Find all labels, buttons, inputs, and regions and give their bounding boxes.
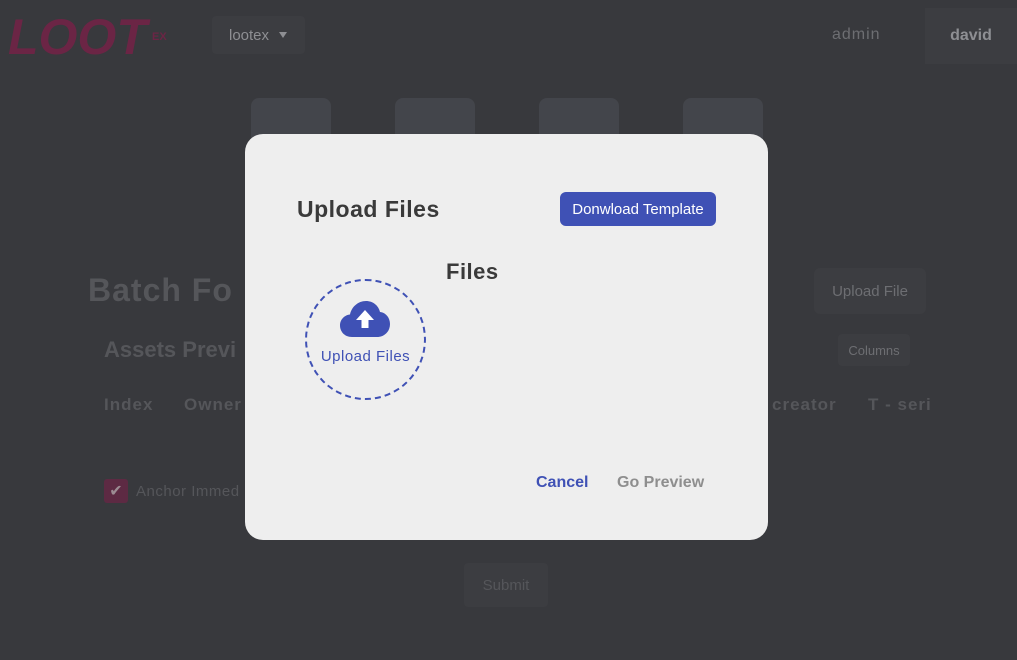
drop-zone-label: Upload Files [320, 348, 411, 365]
go-preview-button[interactable]: Go Preview [617, 474, 704, 492]
anchor-checkbox-label: Anchor Immed [136, 483, 240, 500]
checkmark-icon: ✔ [109, 483, 123, 500]
table-header-creator: creator [772, 395, 837, 414]
columns-button[interactable]: Columns [838, 334, 910, 366]
user-name: david [950, 27, 992, 44]
nav-admin-link[interactable]: admin [832, 26, 881, 44]
submit-button[interactable]: Submit [464, 563, 548, 607]
upload-drop-zone[interactable]: Upload Files [305, 279, 426, 400]
cancel-button[interactable]: Cancel [536, 474, 588, 492]
download-template-button[interactable]: Donwload Template [560, 192, 716, 226]
anchor-checkbox[interactable]: ✔ [104, 479, 128, 503]
table-header-owner: Owner [184, 395, 242, 414]
assets-preview-heading: Assets Previ [104, 337, 237, 362]
user-menu[interactable]: david [925, 8, 1017, 64]
upload-file-button[interactable]: Upload File [814, 268, 926, 314]
top-nav-bar: LOOT EX lootex admin david [0, 0, 1017, 72]
table-header-t-series: T - seri [868, 395, 932, 414]
cloud-upload-icon [340, 301, 390, 337]
table-header-index: Index [104, 395, 154, 414]
svg-text:LOOT: LOOT [8, 10, 151, 62]
files-heading: Files [446, 259, 499, 284]
upload-files-modal: Upload Files Donwload Template Upload Fi… [245, 134, 768, 540]
modal-title: Upload Files [297, 196, 440, 222]
lootex-logo[interactable]: LOOT EX [6, 10, 176, 62]
caret-down-icon [279, 32, 288, 38]
svg-text:EX: EX [152, 31, 167, 43]
page-title: Batch Fo [88, 272, 233, 308]
organization-select-value: lootex [229, 26, 270, 44]
organization-select[interactable]: lootex [212, 16, 306, 54]
